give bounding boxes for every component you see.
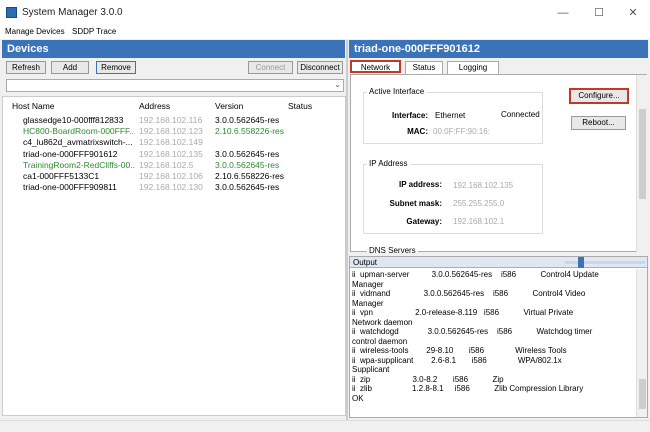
active-interface-title: Active Interface (367, 87, 427, 96)
disconnect-button[interactable]: Disconnect (297, 61, 343, 74)
interface-status: Connected (501, 110, 540, 119)
device-address: 192.168.102.123 (139, 126, 203, 137)
output-line: ii wireless-tools 29-8.10 i586 Wireless … (352, 346, 567, 355)
device-address: 192.168.102.5 (139, 159, 194, 170)
refresh-button[interactable]: Refresh (6, 61, 46, 74)
status-bar (0, 420, 650, 432)
output-line: OK (352, 393, 364, 403)
device-version: 3.0.0.562645-res (215, 115, 280, 125)
chevron-down-icon: ⌄ (334, 80, 341, 89)
title-bar: System Manager 3.0.0 — ☐ ✕ (0, 0, 650, 26)
window-title: System Manager 3.0.0 (22, 7, 123, 18)
device-address: 192.168.102.116 (139, 115, 203, 125)
output-zoom-slider[interactable] (565, 261, 645, 264)
device-version: 3.0.0.562645-res (215, 182, 280, 193)
device-address: 192.168.102.130 (139, 182, 203, 193)
device-version: 2.10.6.558226-res (215, 171, 284, 181)
network-tab-panel: Active Interface Interface: Ethernet Con… (350, 74, 647, 253)
mac-value: 00:0F:FF:90:16: (433, 127, 490, 136)
device-row[interactable]: TrainingRoom2-RedCliffs-00... 192.168.102… (3, 160, 343, 171)
device-host: ca1-000FFF5133C1 (23, 171, 100, 181)
close-button[interactable]: ✕ (618, 5, 648, 21)
device-address: 192.168.102.106 (139, 171, 203, 181)
network-scrollbar-thumb[interactable] (639, 109, 646, 199)
devices-header: Devices (2, 40, 345, 58)
output-line: Manager (352, 298, 384, 308)
device-version: 3.0.0.562645-res (215, 159, 280, 170)
output-zoom-slider-thumb[interactable] (578, 257, 584, 268)
minimize-button[interactable]: — (548, 5, 578, 21)
output-log[interactable]: ii upman-server 3.0.0.562645-res i586 Co… (352, 270, 635, 416)
output-line: Network daemon (352, 317, 413, 327)
device-address: 192.168.102.149 (139, 137, 203, 148)
reboot-button[interactable]: Reboot... (571, 116, 626, 130)
ip-address-title: IP Address (367, 159, 410, 168)
ip-label: IP address: (399, 180, 442, 189)
network-scrollbar[interactable] (636, 75, 647, 252)
col-version[interactable]: Version (215, 101, 243, 111)
subnet-label: Subnet mask: (389, 199, 442, 208)
device-version: 2.10.6.558226-res (215, 126, 284, 137)
subnet-value: 255.255.255.0 (453, 199, 505, 208)
output-panel: Output ii upman-server 3.0.0.562645-res … (349, 256, 648, 418)
output-scrollbar-thumb[interactable] (639, 379, 646, 409)
device-filter-dropdown[interactable]: ⌄ (6, 79, 344, 92)
device-version: 3.0.0.562645-res (215, 148, 280, 159)
output-line: ii zlib 1.2.8-8.1 i586 Zlib Compression … (352, 384, 584, 393)
app-icon (6, 7, 17, 18)
tab-network[interactable]: Network (350, 60, 401, 73)
col-status[interactable]: Status (288, 101, 312, 111)
gateway-value: 192.168.102.1 (453, 217, 505, 226)
output-line: ii vidmand 3.0.0.562645-res i586 Control… (352, 289, 586, 298)
menu-sddp-trace[interactable]: SDDP Trace (72, 27, 116, 36)
menu-manage-devices[interactable]: Manage Devices (5, 27, 65, 36)
mac-label: MAC: (407, 127, 428, 136)
device-address: 192.168.102.135 (139, 148, 203, 159)
output-scrollbar[interactable] (636, 269, 647, 417)
menu-bar: Manage Devices SDDP Trace (0, 26, 650, 39)
col-address[interactable]: Address (139, 101, 170, 111)
device-host: TrainingRoom2-RedCliffs-00... (23, 159, 135, 170)
output-line: ii wpa-supplicant 2.6-8.1 i586 WPA/802.1… (352, 355, 562, 365)
device-host: triad-one-000FFF901612 (23, 148, 118, 159)
panel-splitter[interactable] (346, 40, 348, 420)
tab-logging[interactable]: Logging (447, 61, 499, 74)
output-line: ii watchdogd 3.0.0.562645-res i586 Watch… (352, 327, 593, 336)
device-list[interactable]: Host Name Address Version Status glassed… (2, 96, 346, 416)
output-line: ii upman-server 3.0.0.562645-res i586 Co… (352, 270, 599, 279)
output-title: Output (353, 258, 378, 267)
output-line: ii vpn 2.0-release-8.119 i586 Virtual Pr… (352, 308, 574, 317)
tab-status[interactable]: Status (405, 61, 443, 74)
device-row[interactable]: glassedge10-000fff812833 192.168.102.116 3… (3, 115, 343, 126)
connect-button[interactable]: Connect (248, 61, 293, 74)
device-host: HC800-BoardRoom-000FFF... (23, 126, 135, 137)
device-row[interactable]: triad-one-000FFF901612 192.168.102.135 3.0… (3, 149, 343, 160)
interface-value: Ethernet (435, 111, 466, 120)
device-detail-header: triad-one-000FFF901612 (349, 40, 648, 58)
dns-servers-title: DNS Servers (367, 246, 418, 253)
output-line: ii zip 3.0-8.2 i586 Zip (352, 374, 504, 384)
output-line: Manager (352, 279, 384, 289)
device-row[interactable]: ca1-000FFF5133C1 192.168.102.106 2.10.6.55… (3, 171, 343, 182)
device-host: triad-one-000FFF909811 (23, 182, 117, 193)
add-button[interactable]: Add (51, 61, 89, 74)
device-host: glassedge10-000fff812833 (23, 115, 124, 125)
col-host-name[interactable]: Host Name (12, 101, 55, 111)
device-row[interactable]: triad-one-000FFF909811 192.168.102.130 3.0… (3, 182, 343, 193)
configure-button[interactable]: Configure... (569, 88, 629, 104)
remove-button[interactable]: Remove (96, 61, 136, 74)
interface-label: Interface: (391, 111, 428, 120)
output-line: control daemon (352, 336, 408, 346)
gateway-label: Gateway: (406, 217, 442, 226)
output-line: Supplicant (352, 365, 390, 374)
maximize-button[interactable]: ☐ (584, 5, 614, 21)
ip-value: 192.168.102.135 (453, 181, 514, 190)
device-host: c4_lu862d_avmatrixswitch-... (23, 137, 133, 148)
device-row[interactable]: HC800-BoardRoom-000FFF... 192.168.102.123… (3, 126, 343, 137)
device-row[interactable]: c4_lu862d_avmatrixswitch-... 192.168.102.… (3, 137, 343, 148)
